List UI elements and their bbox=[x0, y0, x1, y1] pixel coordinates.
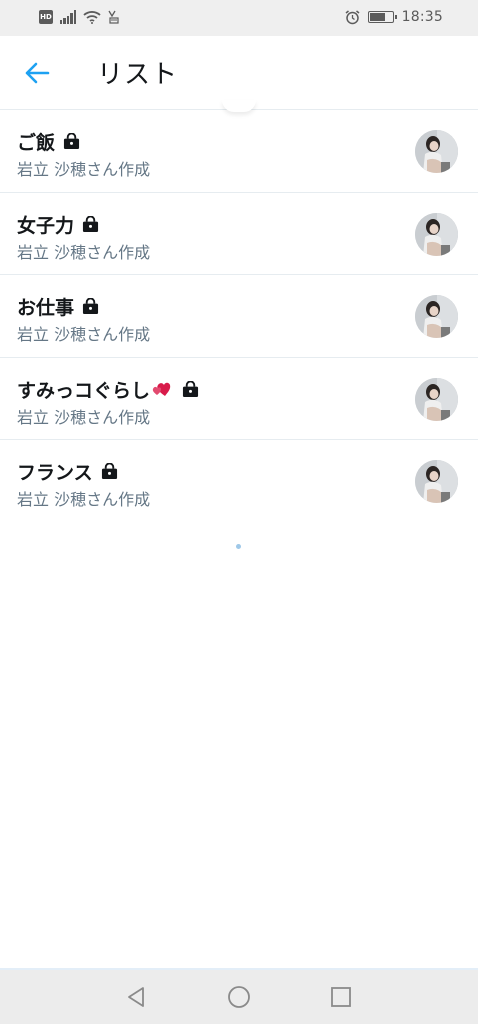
lock-icon bbox=[82, 215, 99, 232]
status-bar: HD 18:35 bbox=[0, 0, 478, 36]
list-name: すみっコぐらし bbox=[17, 379, 151, 402]
list-item-title: お仕事 bbox=[17, 293, 99, 320]
loading-indicator bbox=[236, 544, 241, 549]
lists-container: ご飯 岩立 沙穂さん作成 女子力 岩立 沙穂さん作成 お仕事 岩立 沙穂さん作成… bbox=[0, 110, 478, 523]
status-left-icons: HD bbox=[39, 10, 120, 24]
lock-icon bbox=[63, 133, 80, 150]
avatar[interactable] bbox=[415, 130, 458, 173]
alarm-icon bbox=[345, 9, 360, 24]
list-name: お仕事 bbox=[17, 297, 75, 319]
page-title: リスト bbox=[97, 60, 179, 90]
list-creator: 岩立 沙穂さん作成 bbox=[17, 160, 151, 179]
heart-icon bbox=[152, 382, 171, 396]
list-item-title: 女子力 bbox=[17, 211, 99, 238]
signal-icon bbox=[60, 10, 76, 24]
recents-square-icon[interactable] bbox=[329, 985, 353, 1009]
status-right-icons: 18:35 bbox=[345, 9, 443, 25]
list-creator: 岩立 沙穂さん作成 bbox=[17, 490, 151, 509]
system-navigation-bar bbox=[0, 968, 478, 1024]
list-item[interactable]: 女子力 岩立 沙穂さん作成 bbox=[0, 193, 478, 275]
list-creator: 岩立 沙穂さん作成 bbox=[17, 242, 151, 262]
list-item-title: すみっコぐらし bbox=[17, 376, 199, 403]
avatar[interactable] bbox=[415, 460, 458, 503]
back-triangle-icon[interactable] bbox=[125, 985, 149, 1009]
app-header: リスト bbox=[0, 36, 478, 110]
avatar[interactable] bbox=[415, 295, 458, 338]
home-circle-icon[interactable] bbox=[227, 985, 251, 1009]
hd-icon: HD bbox=[39, 10, 53, 24]
avatar[interactable] bbox=[415, 377, 458, 421]
list-name: ご飯 bbox=[17, 132, 56, 154]
list-name: 女子力 bbox=[17, 214, 75, 237]
list-item[interactable]: フランス 岩立 沙穂さん作成 bbox=[0, 440, 478, 523]
battery-charging-icon bbox=[367, 11, 397, 23]
back-button[interactable] bbox=[20, 58, 54, 88]
status-time: 18:35 bbox=[401, 9, 443, 25]
list-creator: 岩立 沙穂さん作成 bbox=[17, 325, 151, 344]
list-item-title: フランス bbox=[17, 458, 118, 485]
lock-icon bbox=[101, 463, 117, 480]
list-item[interactable]: ご飯 岩立 沙穂さん作成 bbox=[0, 110, 478, 193]
avatar[interactable] bbox=[415, 212, 458, 256]
list-item-title: ご飯 bbox=[17, 128, 80, 155]
wifi-icon bbox=[83, 11, 101, 24]
lock-icon bbox=[182, 380, 199, 397]
arrow-left-icon bbox=[25, 62, 50, 84]
list-item[interactable]: お仕事 岩立 沙穂さん作成 bbox=[0, 275, 478, 358]
data-saver-icon bbox=[108, 10, 119, 24]
lock-icon bbox=[82, 298, 99, 315]
list-creator: 岩立 沙穂さん作成 bbox=[17, 407, 151, 427]
list-name: フランス bbox=[17, 462, 93, 484]
list-item[interactable]: すみっコぐらし 岩立 沙穂さん作成 bbox=[0, 358, 478, 440]
